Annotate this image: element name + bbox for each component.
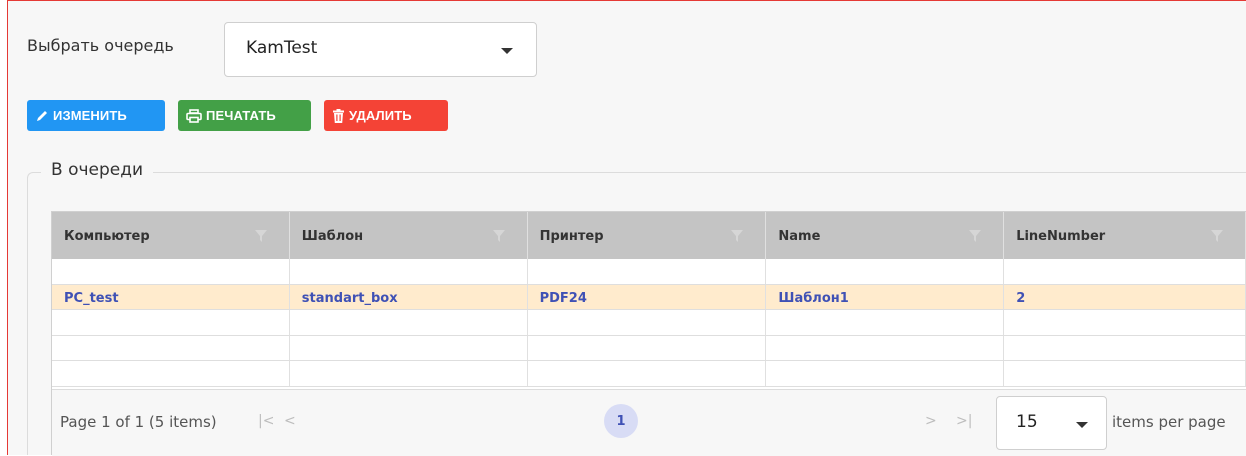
filter-icon[interactable] — [1210, 230, 1223, 242]
print-button[interactable]: ПЕЧАТАТЬ — [178, 100, 311, 131]
chevron-down-icon — [501, 48, 513, 54]
grid-rows: PC_test standart_box PDF24 Шаблон1 2 — [52, 259, 1246, 387]
section-legend: В очереди — [41, 160, 154, 180]
table-cell — [528, 259, 767, 284]
queue-select-label: Выбрать очередь — [27, 36, 174, 55]
table-row[interactable] — [52, 310, 1246, 336]
table-cell — [290, 259, 528, 284]
first-page-icon[interactable]: |< — [258, 413, 274, 429]
queue-select[interactable]: KamTest — [224, 22, 537, 77]
table-row[interactable] — [52, 361, 1246, 387]
table-cell — [766, 259, 1005, 284]
table-cell — [1004, 310, 1246, 335]
queue-grid: Компьютер Шаблон Принтер Name LineNumber — [51, 211, 1246, 456]
page-size-select[interactable]: 15 — [996, 396, 1107, 450]
table-cell — [528, 335, 767, 360]
table-cell — [52, 361, 290, 386]
printer-icon — [186, 108, 202, 123]
prev-page-icon[interactable]: < — [284, 413, 296, 429]
column-header-label: Компьютер — [64, 229, 150, 244]
table-cell — [1004, 335, 1246, 360]
items-per-page-label: items per page — [1112, 413, 1226, 431]
table-cell — [52, 335, 290, 360]
column-header-name[interactable]: Name — [766, 212, 1005, 259]
column-header-linenumber[interactable]: LineNumber — [1004, 212, 1246, 259]
queue-select-value: KamTest — [246, 38, 318, 58]
column-header-computer[interactable]: Компьютер — [52, 212, 290, 259]
table-cell — [290, 310, 528, 335]
next-page-icon[interactable]: > — [925, 413, 937, 429]
column-header-label: Шаблон — [301, 229, 364, 244]
table-cell — [1004, 361, 1246, 386]
table-cell — [766, 335, 1005, 360]
grid-header: Компьютер Шаблон Принтер Name LineNumber — [52, 212, 1246, 259]
column-header-printer[interactable]: Принтер — [528, 212, 767, 259]
edit-button[interactable]: ИЗМЕНИТЬ — [27, 100, 165, 131]
table-cell — [766, 361, 1005, 386]
trash-icon — [333, 108, 344, 123]
page-size-value: 15 — [1016, 412, 1038, 432]
table-cell — [290, 335, 528, 360]
table-row[interactable] — [52, 259, 1246, 285]
table-row[interactable] — [52, 335, 1246, 361]
table-cell — [528, 361, 767, 386]
column-header-label: Принтер — [539, 229, 604, 244]
delete-button-label: УДАЛИТЬ — [349, 108, 412, 123]
pager-info: Page 1 of 1 (5 items) — [60, 413, 217, 431]
table-cell — [52, 259, 290, 284]
table-cell: Шаблон1 — [766, 284, 1005, 309]
table-cell: standart_box — [290, 284, 528, 309]
filter-icon[interactable] — [492, 230, 505, 242]
filter-icon[interactable] — [969, 230, 982, 242]
edit-button-label: ИЗМЕНИТЬ — [53, 108, 127, 123]
last-page-icon[interactable]: >| — [956, 413, 972, 429]
column-header-template[interactable]: Шаблон — [290, 212, 528, 259]
table-cell — [52, 310, 290, 335]
table-cell — [1004, 259, 1246, 284]
delete-button[interactable]: УДАЛИТЬ — [324, 100, 448, 131]
table-cell — [290, 361, 528, 386]
table-cell: 2 — [1004, 284, 1246, 309]
page-button-current[interactable]: 1 — [604, 404, 638, 438]
pencil-icon — [37, 110, 47, 121]
table-row-selected[interactable]: PC_test standart_box PDF24 Шаблон1 2 — [52, 284, 1246, 310]
filter-icon[interactable] — [731, 230, 744, 242]
table-cell: PC_test — [52, 284, 290, 309]
table-cell: PDF24 — [528, 284, 767, 309]
column-header-label: LineNumber — [1016, 229, 1106, 244]
table-cell — [528, 310, 767, 335]
chevron-down-icon — [1076, 422, 1088, 428]
table-cell — [766, 310, 1005, 335]
pager: Page 1 of 1 (5 items) |< < 1 > >| 15 ite… — [52, 389, 1246, 456]
column-header-label: Name — [778, 229, 821, 244]
filter-icon[interactable] — [254, 230, 267, 242]
print-button-label: ПЕЧАТАТЬ — [206, 108, 276, 123]
